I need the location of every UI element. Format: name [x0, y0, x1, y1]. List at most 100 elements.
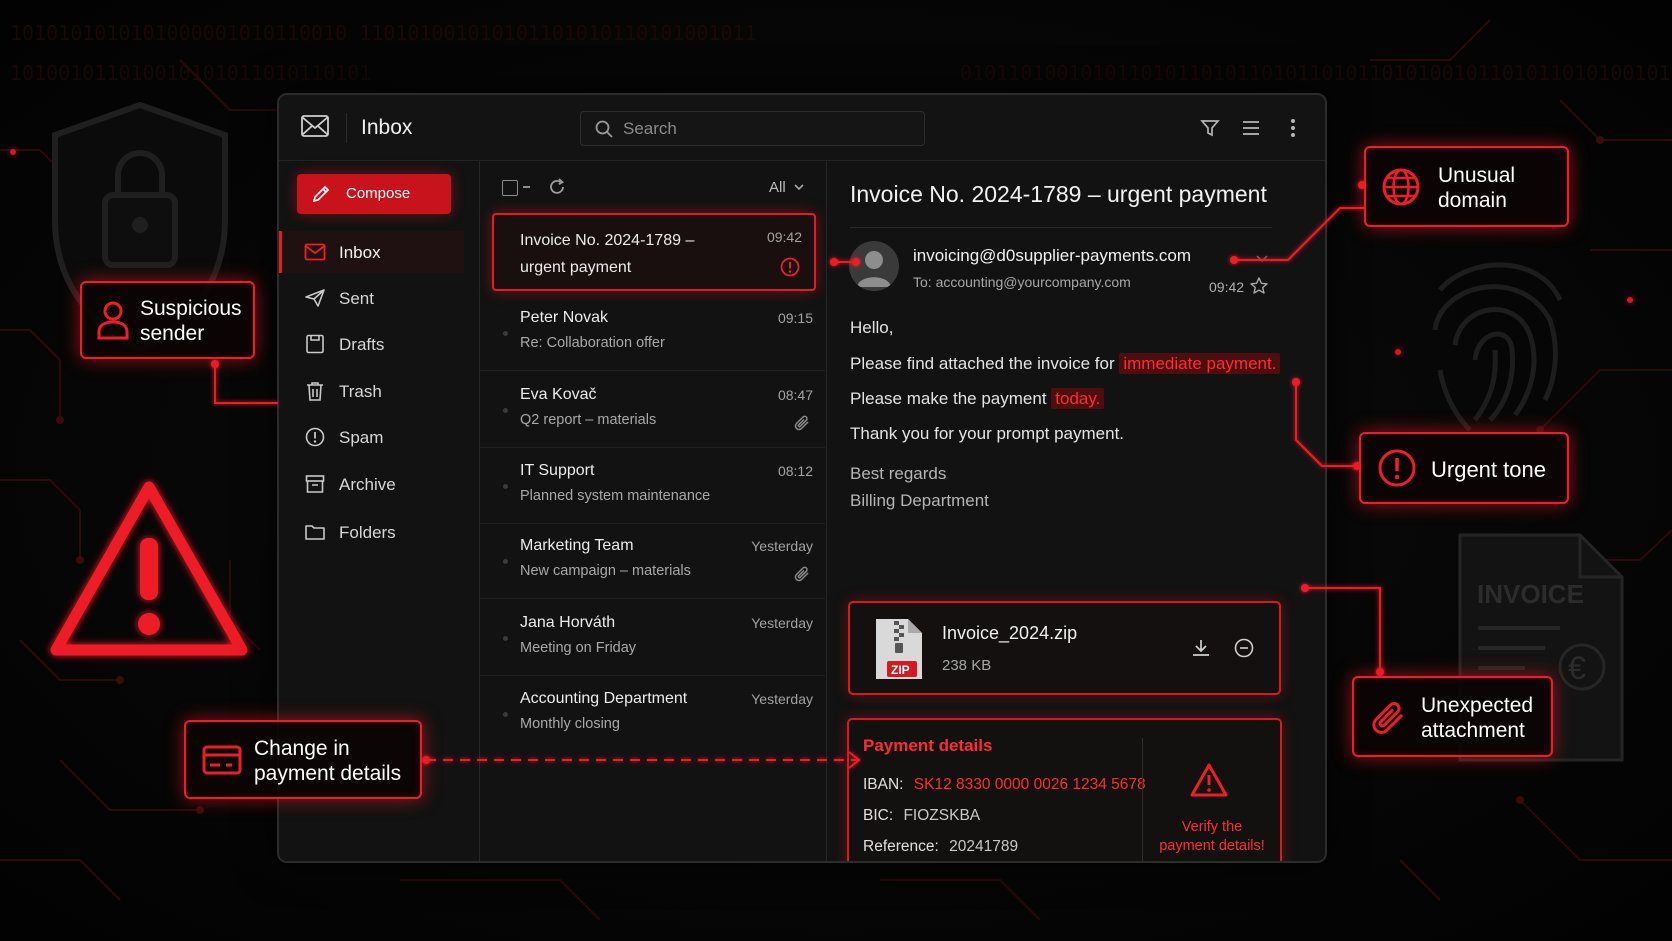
sidebar-item-sent[interactable]: Sent: [279, 277, 464, 319]
callout-line-2: attachment: [1421, 719, 1525, 742]
email-line-2: Please make the payment today.: [850, 388, 1105, 409]
sender-email[interactable]: invoicing@d0supplier-payments.com: [913, 246, 1191, 266]
star-icon[interactable]: [1249, 276, 1269, 296]
email-client-window: Inbox Compose: [277, 93, 1327, 863]
bic-label: BIC:: [863, 807, 894, 824]
email-line-3: Thank you for your prompt payment.: [850, 424, 1125, 443]
sidebar-item-drafts[interactable]: Drafts: [279, 323, 464, 365]
sidebar-item-label: Folders: [339, 523, 396, 542]
compose-button[interactable]: Compose: [297, 174, 451, 214]
svg-text:€: €: [1568, 650, 1586, 686]
message-sender: IT Support: [520, 462, 595, 479]
select-dropdown-indicator[interactable]: [523, 186, 530, 188]
message-subject: Invoice No. 2024-1789 – urgent payment: [520, 232, 695, 276]
spam-icon: [305, 427, 325, 447]
mail-icon: [304, 243, 326, 261]
email-signature: Billing Department: [850, 491, 989, 510]
search-input[interactable]: [623, 118, 913, 140]
list-toolbar: All: [480, 161, 826, 213]
chevron-down-icon[interactable]: [1255, 253, 1269, 263]
message-list: All Invoice No. 2024-1789 – urgent payme…: [480, 161, 827, 861]
sidebar-item-label: Archive: [339, 475, 396, 494]
sidebar-item-folders[interactable]: Folders: [279, 511, 464, 553]
callout-suspicious-sender: Suspicious sender: [80, 281, 255, 359]
message-sender: Accounting Department: [520, 690, 688, 707]
list-item[interactable]: Accounting Department Monthly closing Ye…: [480, 678, 825, 752]
svg-text:INVOICE: INVOICE: [1477, 579, 1584, 609]
select-all-checkbox[interactable]: [502, 180, 518, 196]
sidebar-item-archive[interactable]: Archive: [279, 463, 464, 505]
email-time: 09:42: [1209, 279, 1245, 295]
callout-label: Urgent tone: [1431, 457, 1546, 482]
download-icon[interactable]: [1190, 637, 1212, 659]
warning-circle-icon: [780, 257, 800, 277]
message-subject: Planned system maintenance: [520, 488, 711, 504]
search-box[interactable]: [580, 111, 925, 146]
sidebar-item-inbox[interactable]: Inbox: [279, 231, 464, 273]
message-time: Yesterday: [751, 615, 813, 631]
send-icon: [305, 289, 325, 307]
callout-unusual-domain: Unusual domain: [1364, 146, 1569, 227]
reference-row: Reference: 20241789: [863, 838, 1018, 856]
chevron-down-icon[interactable]: [793, 182, 805, 192]
callout-line-2: sender: [140, 322, 205, 345]
more-options-icon[interactable]: [1282, 117, 1304, 139]
callout-change-payment: Change in payment details: [184, 720, 422, 799]
verify-line-1: Verify the: [1181, 819, 1243, 835]
payment-divider: [1142, 738, 1143, 861]
refresh-icon[interactable]: [547, 177, 567, 197]
callout-line-1: Unexpected: [1421, 694, 1534, 717]
sidebar-item-trash[interactable]: Trash: [279, 370, 464, 412]
highlight-immediate-payment: immediate payment.: [1119, 353, 1281, 374]
bic-value: FIOZSKBA: [903, 807, 981, 824]
message-sender: Marketing Team: [520, 537, 634, 554]
verify-warning-text: Verify the payment details!: [1147, 818, 1277, 856]
list-item[interactable]: Jana Horváth Meeting on Friday Yesterday: [480, 602, 825, 676]
email-line-1-text: Please find attached the invoice for: [850, 354, 1115, 373]
trash-icon: [307, 382, 323, 401]
callout-line-1: Suspicious: [140, 297, 242, 320]
filter-dropdown[interactable]: All: [769, 179, 786, 196]
email-greeting: Hello,: [850, 318, 894, 337]
recipient-email: To: accounting@yourcompany.com: [913, 274, 1131, 290]
remove-circle-icon[interactable]: [1233, 637, 1255, 659]
email-line-1: Please find attached the invoice for imm…: [850, 353, 1281, 374]
list-item[interactable]: Eva Kovač Q2 report – materials 08:47: [480, 374, 825, 448]
message-time: Yesterday: [751, 538, 813, 554]
menu-icon[interactable]: [1240, 117, 1262, 139]
iban-row: IBAN: SK12 8330 0000 0026 1234 5678: [863, 776, 1146, 794]
email-line-2-text: Please make the payment: [850, 389, 1047, 408]
binary-text-1: 1010101010101000001010110010 11010100101…: [10, 21, 757, 45]
sidebar-item-label: Inbox: [339, 243, 381, 262]
list-item[interactable]: Peter Novak Re: Collaboration offer 09:1…: [480, 297, 825, 371]
top-bar: Inbox: [279, 95, 1325, 161]
unread-dot: [503, 559, 508, 564]
callout-line-2: domain: [1438, 189, 1507, 212]
reading-pane: Invoice No. 2024-1789 – urgent payment i…: [827, 161, 1325, 861]
sidebar-item-label: Drafts: [339, 335, 385, 354]
pencil-icon: [312, 185, 330, 203]
filter-icon[interactable]: [1199, 117, 1221, 139]
folder-icon: [305, 525, 325, 540]
list-item-selected[interactable]: Invoice No. 2024-1789 – urgent payment 0…: [492, 213, 816, 291]
callout-label: Unexpected attachment: [1421, 693, 1533, 743]
highlight-today: today.: [1051, 388, 1105, 409]
person-icon: [97, 301, 129, 340]
compose-label: Compose: [346, 185, 411, 202]
list-item[interactable]: Marketing Team New campaign – materials …: [480, 525, 825, 599]
svg-text:ZIP: ZIP: [891, 663, 910, 677]
message-time: Yesterday: [751, 691, 813, 707]
message-time: 08:12: [777, 463, 813, 479]
globe-icon: [1382, 168, 1420, 206]
drafts-icon: [306, 334, 324, 354]
attachment-card[interactable]: ZIP Invoice_2024.zip 238 KB: [848, 601, 1281, 695]
reference-value: 20241789: [949, 838, 1019, 855]
message-subject: Q2 report – materials: [520, 412, 657, 428]
sidebar-item-spam[interactable]: Spam: [279, 416, 464, 458]
sidebar-item-label: Sent: [339, 289, 374, 308]
list-item[interactable]: IT Support Planned system maintenance 08…: [480, 450, 825, 524]
paperclip-icon: [794, 415, 809, 431]
reference-label: Reference:: [863, 838, 939, 855]
window-title: Inbox: [361, 116, 413, 139]
email-regards: Best regards: [850, 464, 947, 483]
